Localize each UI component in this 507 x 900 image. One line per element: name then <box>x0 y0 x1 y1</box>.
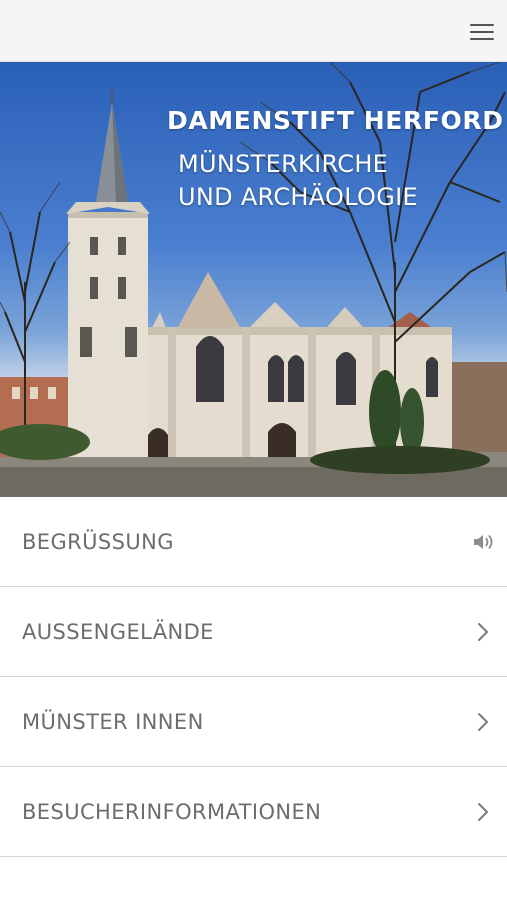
top-bar <box>0 0 507 62</box>
hero-subtitle-line: UND ARCHÄOLOGIE <box>178 183 418 211</box>
menu-item-aussengelaende[interactable]: AUSSENGELÄNDE <box>0 587 507 677</box>
chevron-right-icon <box>478 803 488 821</box>
menu-item-label: AUSSENGELÄNDE <box>22 620 214 644</box>
hamburger-menu-icon[interactable] <box>469 18 495 44</box>
menu-bar-line <box>470 38 494 40</box>
menu-item-muenster-innen[interactable]: MÜNSTER INNEN <box>0 677 507 767</box>
hero-subtitle: MÜNSTERKIRCHE UND ARCHÄOLOGIE <box>178 148 488 214</box>
menu-item-label: MÜNSTER INNEN <box>22 710 204 734</box>
hero-title: DAMENSTIFT HERFORD <box>167 106 504 135</box>
app-screen: DAMENSTIFT HERFORD MÜNSTERKIRCHE UND ARC… <box>0 0 507 900</box>
hero-banner: DAMENSTIFT HERFORD MÜNSTERKIRCHE UND ARC… <box>0 62 507 497</box>
hero-subtitle-line: MÜNSTERKIRCHE <box>178 150 389 178</box>
chevron-right-icon <box>478 623 488 641</box>
menu-item-label: BEGRÜSSUNG <box>22 530 174 554</box>
chevron-right-icon <box>478 713 488 731</box>
menu-item-besucherinformationen[interactable]: BESUCHERINFORMATIONEN <box>0 767 507 857</box>
menu-item-begruessung[interactable]: BEGRÜSSUNG <box>0 497 507 587</box>
menu-bar-line <box>470 24 494 26</box>
speaker-icon[interactable] <box>471 530 495 554</box>
main-menu-list: BEGRÜSSUNG AUSSENGELÄNDE MÜNSTER INNEN B… <box>0 497 507 857</box>
menu-bar-line <box>470 31 494 33</box>
menu-item-label: BESUCHERINFORMATIONEN <box>22 800 322 824</box>
